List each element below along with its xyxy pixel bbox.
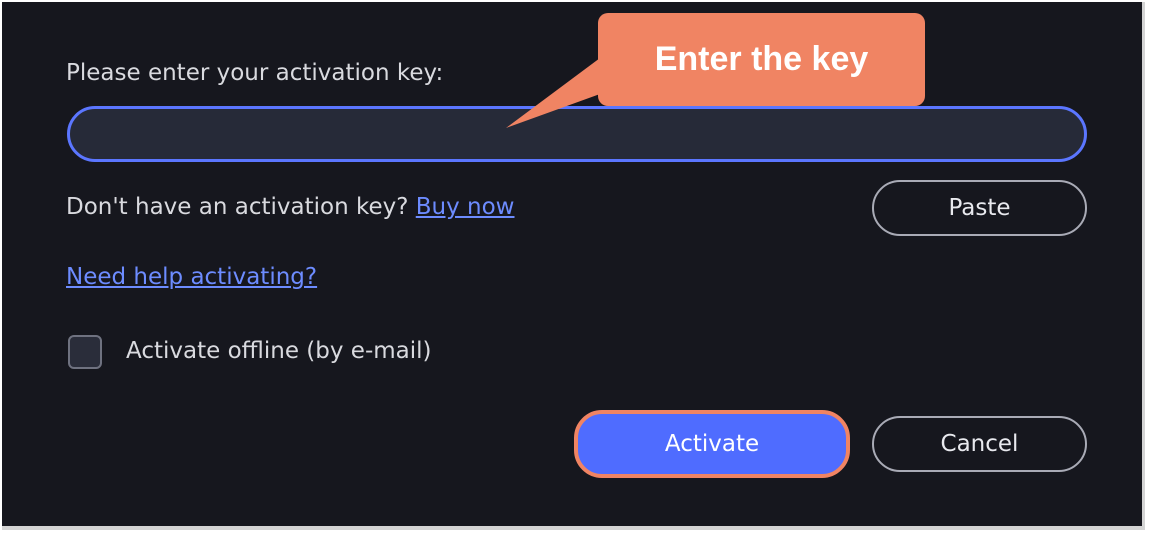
buy-now-link[interactable]: Buy now [416, 194, 515, 220]
no-key-text: Don't have an activation key? [66, 194, 409, 220]
need-help-link[interactable]: Need help activating? [66, 264, 317, 290]
cancel-button[interactable]: Cancel [872, 416, 1087, 472]
no-key-row: Don't have an activation key? Buy now [66, 194, 515, 220]
callout-text: Enter the key [654, 40, 869, 78]
callout-pointer-arrow [506, 58, 600, 128]
activation-key-prompt: Please enter your activation key: [66, 60, 444, 86]
activate-offline-checkbox[interactable] [68, 335, 102, 369]
enter-key-callout: Enter the key [598, 13, 925, 106]
activate-button[interactable]: Activate [574, 410, 850, 478]
paste-button[interactable]: Paste [872, 180, 1087, 236]
activate-offline-label[interactable]: Activate offline (by e-mail) [126, 338, 432, 364]
